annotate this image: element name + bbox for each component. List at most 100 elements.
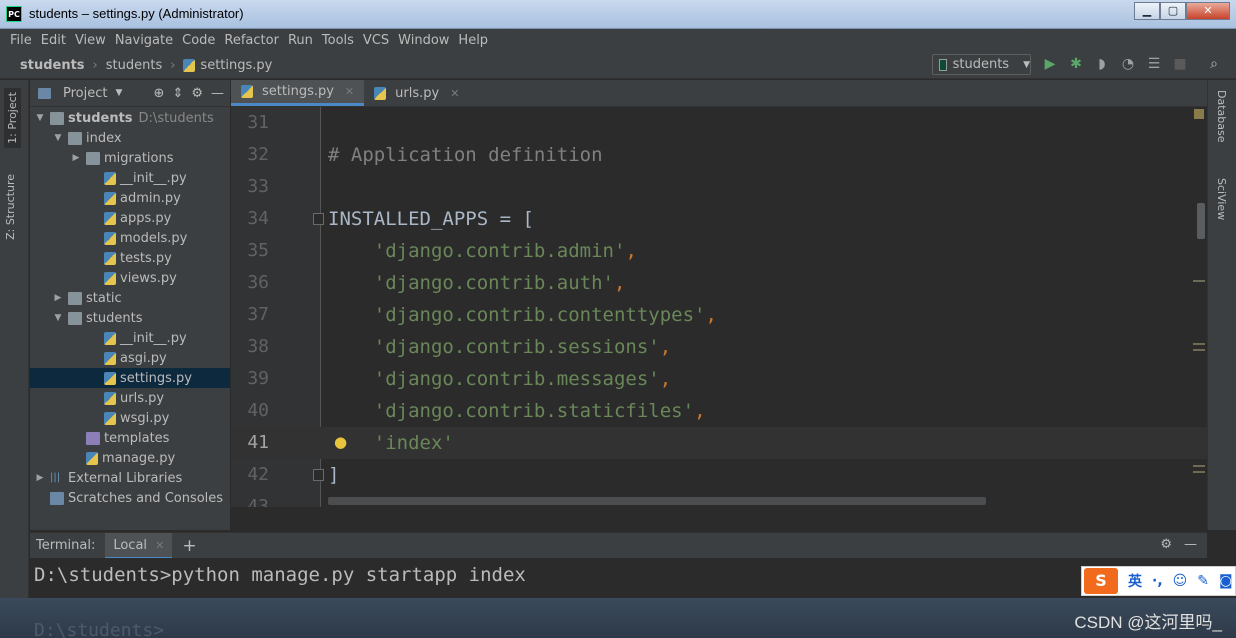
- emoji-icon[interactable]: ☺: [1173, 573, 1188, 589]
- hide-icon[interactable]: —: [211, 86, 224, 101]
- chevron-down-icon[interactable]: ▼: [34, 113, 46, 123]
- close-icon[interactable]: ✕: [450, 87, 459, 100]
- menu-edit[interactable]: Edit: [41, 33, 66, 48]
- menu-navigate[interactable]: Navigate: [115, 33, 173, 48]
- inspection-status-icon[interactable]: [1194, 109, 1204, 119]
- terminal-tab-local[interactable]: Local ✕: [105, 532, 173, 559]
- tab-settings-py[interactable]: settings.py ✕: [231, 80, 365, 106]
- code-line[interactable]: 41 ● 'index': [231, 427, 1207, 459]
- ime-toolbar[interactable]: S 英 ·, ☺ ✎ ◙: [1081, 566, 1236, 596]
- chevron-down-icon[interactable]: ▼: [115, 88, 122, 98]
- tree-item[interactable]: apps.py: [30, 208, 230, 228]
- code-line[interactable]: 32 # Application definition: [231, 139, 1207, 171]
- tree-item[interactable]: manage.py: [30, 448, 230, 468]
- code-line[interactable]: 35 'django.contrib.admin',: [231, 235, 1207, 267]
- terminal-body[interactable]: D:\students>python manage.py startapp in…: [30, 558, 1236, 598]
- collapse-all-icon[interactable]: ⇕: [172, 86, 183, 101]
- string-token: 'django.contrib.admin': [373, 240, 626, 262]
- debug-icon[interactable]: ✱: [1068, 56, 1084, 72]
- menu-vcs[interactable]: VCS: [363, 33, 389, 48]
- skin-icon[interactable]: ✎: [1197, 573, 1209, 589]
- code-line[interactable]: 40 'django.contrib.staticfiles',: [231, 395, 1207, 427]
- close-icon[interactable]: ✕: [155, 539, 164, 552]
- tree-item[interactable]: views.py: [30, 268, 230, 288]
- tree-item[interactable]: ▼ students: [30, 308, 230, 328]
- profile-icon[interactable]: ◔: [1120, 56, 1136, 72]
- code-line[interactable]: 42]: [231, 459, 1207, 491]
- menu-help[interactable]: Help: [458, 33, 488, 48]
- menu-run[interactable]: Run: [288, 33, 313, 48]
- horizontal-scrollbar[interactable]: [328, 497, 986, 505]
- search-icon[interactable]: ⌕: [1206, 56, 1222, 72]
- error-stripe-mark[interactable]: [1193, 465, 1205, 473]
- tree-item[interactable]: ▶ migrations: [30, 148, 230, 168]
- tree-item[interactable]: ▼ index: [30, 128, 230, 148]
- vertical-scrollbar[interactable]: [1197, 203, 1205, 239]
- breadcrumb-folder[interactable]: students: [106, 58, 162, 73]
- chevron-right-icon[interactable]: ▶: [70, 153, 82, 163]
- locate-icon[interactable]: ⊕: [154, 86, 165, 101]
- menu-file[interactable]: File: [10, 33, 32, 48]
- voice-icon[interactable]: ◙: [1219, 573, 1233, 589]
- breadcrumb-file[interactable]: settings.py: [200, 58, 272, 73]
- menu-code[interactable]: Code: [182, 33, 215, 48]
- tree-item[interactable]: __init__.py: [30, 168, 230, 188]
- menu-window[interactable]: Window: [398, 33, 449, 48]
- minimize-button[interactable]: ▁: [1134, 2, 1160, 20]
- code-line[interactable]: 36 'django.contrib.auth',: [231, 267, 1207, 299]
- tree-item[interactable]: Scratches and Consoles: [30, 488, 230, 508]
- tree-item[interactable]: wsgi.py: [30, 408, 230, 428]
- run-configuration-select[interactable]: students ▼: [932, 54, 1031, 75]
- tree-item[interactable]: templates: [30, 428, 230, 448]
- fold-marker-icon[interactable]: [313, 469, 324, 481]
- tree-item[interactable]: admin.py: [30, 188, 230, 208]
- error-stripe-mark[interactable]: [1193, 343, 1205, 351]
- gear-icon[interactable]: ⚙: [1160, 537, 1172, 552]
- tab-project-tool[interactable]: 1: Project: [4, 88, 21, 148]
- line-number: 43: [247, 496, 269, 507]
- tree-item[interactable]: models.py: [30, 228, 230, 248]
- project-view-select[interactable]: Project: [63, 86, 107, 101]
- tree-item[interactable]: urls.py: [30, 388, 230, 408]
- code-line[interactable]: 37 'django.contrib.contenttypes',: [231, 299, 1207, 331]
- chevron-right-icon[interactable]: ▶: [34, 473, 46, 483]
- code-line[interactable]: 38 'django.contrib.sessions',: [231, 331, 1207, 363]
- tab-urls-py[interactable]: urls.py ✕: [364, 80, 469, 106]
- breadcrumb-project[interactable]: students: [20, 58, 85, 73]
- chevron-down-icon[interactable]: ▼: [52, 313, 64, 323]
- stop-icon[interactable]: ■: [1172, 56, 1188, 72]
- tree-item[interactable]: ▶ ||| External Libraries: [30, 468, 230, 488]
- tab-sciview-tool[interactable]: SciView: [1215, 178, 1228, 220]
- close-button[interactable]: ✕: [1186, 2, 1230, 20]
- fold-marker-icon[interactable]: [313, 213, 324, 225]
- maximize-button[interactable]: ▢: [1160, 2, 1186, 20]
- tree-item[interactable]: ▶ static: [30, 288, 230, 308]
- ime-language-toggle[interactable]: 英: [1128, 571, 1142, 591]
- code-line[interactable]: 31: [231, 107, 1207, 139]
- tree-item[interactable]: asgi.py: [30, 348, 230, 368]
- menu-view[interactable]: View: [75, 33, 106, 48]
- coverage-icon[interactable]: ◗: [1094, 56, 1110, 72]
- chevron-down-icon[interactable]: ▼: [52, 133, 64, 143]
- run-icon[interactable]: ▶: [1042, 56, 1058, 72]
- code-editor[interactable]: 31 32 # Application definition 33 34 INSTALLE…: [231, 107, 1207, 507]
- code-line[interactable]: 34 INSTALLED_APPS = [: [231, 203, 1207, 235]
- tree-item[interactable]: ▼ students D:\students: [30, 108, 230, 128]
- chevron-right-icon[interactable]: ▶: [52, 293, 64, 303]
- tree-item[interactable]: __init__.py: [30, 328, 230, 348]
- punctuation-icon[interactable]: ·,: [1152, 573, 1163, 589]
- hide-icon[interactable]: —: [1184, 537, 1197, 552]
- add-terminal-button[interactable]: +: [182, 536, 196, 556]
- menu-refactor[interactable]: Refactor: [224, 33, 279, 48]
- code-line[interactable]: 39 'django.contrib.messages',: [231, 363, 1207, 395]
- menu-tools[interactable]: Tools: [322, 33, 354, 48]
- tab-database-tool[interactable]: Database: [1215, 90, 1228, 143]
- tree-item[interactable]: tests.py: [30, 248, 230, 268]
- code-line[interactable]: 33: [231, 171, 1207, 203]
- build-icon[interactable]: ☰: [1146, 56, 1162, 72]
- tree-item[interactable]: settings.py: [30, 368, 230, 388]
- error-stripe-mark[interactable]: [1193, 280, 1205, 282]
- gear-icon[interactable]: ⚙: [191, 86, 203, 101]
- close-icon[interactable]: ✕: [345, 85, 354, 98]
- tab-structure-tool[interactable]: Z: Structure: [4, 174, 17, 240]
